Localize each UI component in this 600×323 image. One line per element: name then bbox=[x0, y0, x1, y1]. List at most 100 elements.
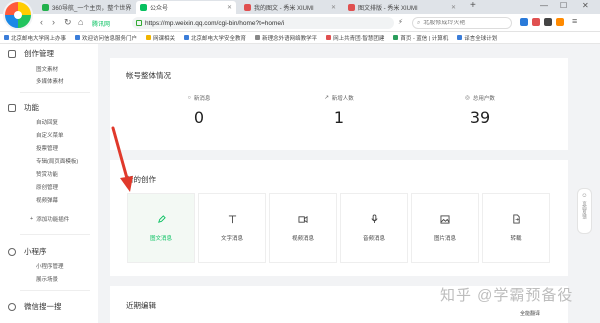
divider bbox=[20, 290, 90, 291]
close-icon[interactable]: ✕ bbox=[331, 4, 336, 11]
sidebar-group-create[interactable]: 创作管理 bbox=[8, 48, 54, 59]
tab-xiumi-my-articles[interactable]: 我的图文 - 秀米 XIUMI ✕ bbox=[240, 1, 340, 14]
refresh-icon[interactable]: ↻ bbox=[64, 17, 72, 28]
bookmark-item[interactable]: 译言全球计划 bbox=[457, 34, 497, 42]
extension-icon[interactable] bbox=[556, 18, 564, 26]
tab-favicon bbox=[42, 4, 49, 11]
new-tab-icon[interactable]: + bbox=[470, 0, 476, 11]
sidebar-item-miniprogram-manage[interactable]: 小程序管理 bbox=[36, 262, 64, 270]
tab-360-nav[interactable]: 360导航_一个主页，整个世界 ✕ bbox=[38, 1, 134, 14]
stat-new-messages: ○ 新消息 0 bbox=[159, 94, 239, 127]
menu-icon[interactable]: ≡ bbox=[572, 16, 577, 26]
divider bbox=[20, 92, 90, 93]
minimize-icon[interactable]: — bbox=[540, 1, 548, 10]
extension-icon[interactable] bbox=[544, 18, 552, 26]
overview-title: 帐号整体情况 bbox=[126, 71, 171, 80]
grid-icon bbox=[8, 103, 16, 112]
lock-icon bbox=[136, 20, 142, 26]
sidebar-item-danmaku[interactable]: 视频弹幕 bbox=[36, 196, 58, 204]
create-text-button[interactable]: 文字消息 bbox=[198, 193, 266, 263]
text-icon bbox=[227, 214, 237, 224]
create-audio-button[interactable]: 音频消息 bbox=[340, 193, 408, 263]
tab-favicon bbox=[348, 4, 355, 11]
add-plugin-button[interactable]: + 添加功能插件 bbox=[30, 215, 69, 223]
create-repost-button[interactable]: 转载 bbox=[482, 193, 550, 263]
tab-label: 360导航_一个主页，整个世界 bbox=[52, 6, 132, 12]
address-bar: ‹ › ↻ ⌂ 腾讯网 https://mp.weixin.qq.com/cgi… bbox=[0, 14, 600, 32]
maximize-icon[interactable]: ☐ bbox=[560, 1, 567, 10]
bookmark-item[interactable]: 欢迎访问信息服务门户 bbox=[75, 34, 137, 42]
tab-label: 图文排版 - 秀米 XIUMI bbox=[358, 6, 418, 12]
create-article-button[interactable]: 图文消息 bbox=[127, 193, 195, 263]
url-field[interactable]: https://mp.weixin.qq.com/cgi-bin/home?t=… bbox=[132, 17, 394, 29]
browser-tab-strip: 360导航_一个主页，整个世界 ✕ 公众号 ✕ 我的图文 - 秀米 XIUMI … bbox=[0, 0, 600, 14]
plus-icon: + bbox=[30, 216, 34, 222]
close-icon[interactable]: ✕ bbox=[451, 4, 456, 11]
close-icon[interactable]: ✕ bbox=[227, 4, 232, 11]
url-text: https://mp.weixin.qq.com/cgi-bin/home?t=… bbox=[145, 19, 285, 27]
image-icon bbox=[440, 214, 450, 224]
trend-icon: ↗ bbox=[324, 95, 329, 101]
bookmarks-bar: 北京邮电大学网上办事 欢迎访问信息服务门户 网课相关 北京邮电大学安全教育 新理… bbox=[0, 32, 600, 44]
create-video-button[interactable]: 视频消息 bbox=[269, 193, 337, 263]
sidebar-item-reward[interactable]: 赞赏功能 bbox=[36, 170, 58, 178]
video-icon bbox=[298, 214, 308, 224]
sidebar-item-original[interactable]: 原创管理 bbox=[36, 183, 58, 191]
back-icon[interactable]: ‹ bbox=[40, 17, 43, 27]
stat-total-users: ◎ 总用户数 39 bbox=[440, 94, 520, 127]
bookmark-item[interactable]: 网课相关 bbox=[146, 34, 175, 42]
annotation-arrow bbox=[111, 126, 133, 192]
sidebar-item-auto-reply[interactable]: 自动回复 bbox=[36, 118, 58, 126]
sidebar-item-articles[interactable]: 图文素材 bbox=[36, 65, 58, 73]
pencil-icon bbox=[156, 214, 166, 224]
browser-search[interactable]: ⌕ bbox=[412, 17, 512, 29]
stat-value: 0 bbox=[193, 108, 205, 127]
sidebar-item-media[interactable]: 多媒体素材 bbox=[36, 77, 64, 85]
circle-icon: ○ bbox=[187, 95, 191, 101]
sidebar-item-display-scenes[interactable]: 展示场景 bbox=[36, 275, 58, 283]
sidebar-group-functions[interactable]: 功能 bbox=[8, 102, 39, 113]
feedback-icon: ☺ bbox=[581, 193, 588, 199]
browser-logo-icon[interactable] bbox=[3, 0, 33, 30]
forward-icon[interactable]: › bbox=[52, 17, 55, 27]
home-icon[interactable]: ⌂ bbox=[78, 17, 83, 27]
search-sparkle-icon bbox=[8, 302, 16, 311]
translate-tip[interactable]: 全能翻译 bbox=[520, 310, 540, 317]
repost-icon bbox=[511, 214, 521, 224]
sidebar-item-albums[interactable]: 专辑(局页面模板) bbox=[36, 157, 78, 165]
bookmark-item[interactable]: 首页 - 蓝信 | 计算机 bbox=[393, 34, 448, 42]
stat-value: 39 bbox=[469, 108, 491, 127]
tab-favicon bbox=[244, 4, 251, 11]
tab-favicon bbox=[140, 4, 147, 11]
bookmark-item[interactable]: 新理念外语网络教学平 bbox=[255, 34, 317, 42]
watermark: 知乎 @学霸预备役 bbox=[440, 287, 574, 304]
extension-icon[interactable] bbox=[520, 18, 528, 26]
secure-label: 腾讯网 bbox=[92, 22, 111, 28]
recent-title: 近期编辑 bbox=[126, 301, 156, 310]
stat-new-followers: ↗ 新增人数 1 bbox=[299, 94, 379, 127]
bookmark-item[interactable]: 网上共青团·智慧团建 bbox=[326, 34, 384, 42]
mic-icon bbox=[369, 214, 379, 224]
sidebar-group-wechat-search[interactable]: 微信搜一搜 bbox=[8, 301, 62, 312]
document-icon bbox=[8, 49, 16, 58]
search-input[interactable] bbox=[423, 20, 504, 26]
bolt-icon[interactable]: ⚡ bbox=[398, 18, 403, 26]
divider bbox=[20, 234, 90, 235]
tab-label: 公众号 bbox=[150, 6, 169, 12]
create-image-button[interactable]: 图片消息 bbox=[411, 193, 479, 263]
sidebar-item-votes[interactable]: 投票管理 bbox=[36, 144, 58, 152]
user-icon: ◎ bbox=[465, 95, 470, 101]
bookmark-item[interactable]: 北京邮电大学网上办事 bbox=[4, 34, 66, 42]
tab-xiumi-layout[interactable]: 图文排版 - 秀米 XIUMI ✕ bbox=[344, 1, 460, 14]
sidebar-group-miniprogram[interactable]: 小程序 bbox=[8, 246, 47, 257]
sidebar-item-custom-menu[interactable]: 自定义菜单 bbox=[36, 131, 64, 139]
tab-label: 我的图文 - 秀米 XIUMI bbox=[254, 6, 314, 12]
feedback-tab[interactable]: ☺ 页面反馈 bbox=[577, 188, 592, 234]
extension-icon[interactable] bbox=[532, 18, 540, 26]
bookmark-item[interactable]: 北京邮电大学安全教育 bbox=[184, 34, 246, 42]
tab-official-account[interactable]: 公众号 ✕ bbox=[136, 1, 236, 14]
sidebar: 创作管理 图文素材 多媒体素材 功能 自动回复 自定义菜单 投票管理 专辑(局页… bbox=[0, 44, 98, 323]
search-icon: ⌕ bbox=[417, 19, 421, 26]
window-close-icon[interactable]: ✕ bbox=[582, 1, 589, 10]
miniprogram-icon bbox=[8, 247, 16, 256]
